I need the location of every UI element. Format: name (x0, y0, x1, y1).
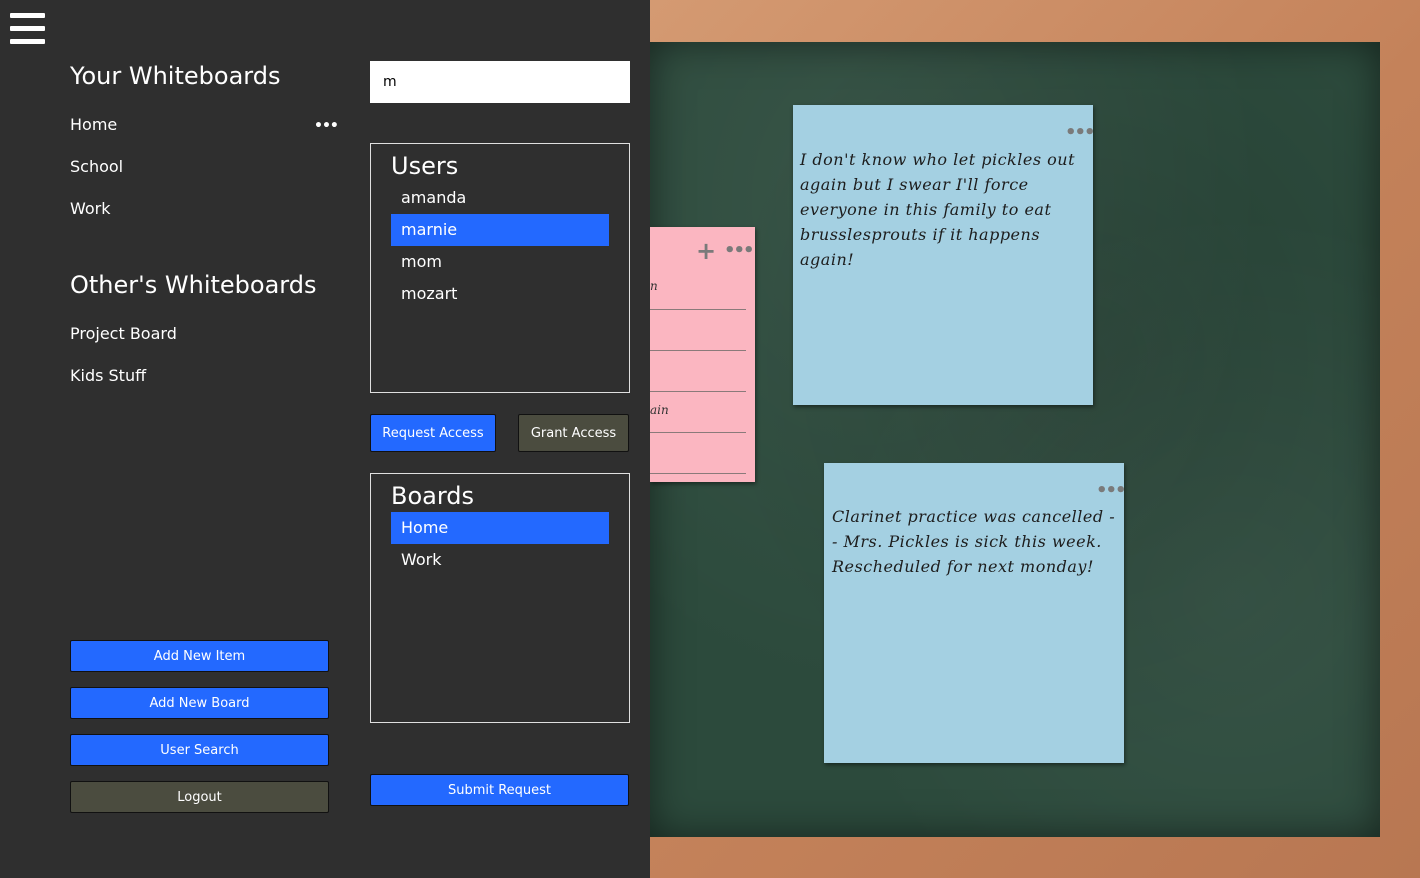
sticky-note-blue[interactable]: ••• I don't know who let pickles out aga… (793, 105, 1095, 405)
board-list-item[interactable]: Work (391, 544, 609, 576)
sidebar: Your Whiteboards Home ••• School Work Ot… (0, 0, 650, 878)
user-search-button[interactable]: User Search (70, 734, 329, 766)
boards-list-panel: Boards Home Work (370, 473, 630, 723)
note-line (650, 391, 746, 392)
boards-list-title: Boards (391, 482, 475, 510)
more-options-icon[interactable]: ••• (1065, 124, 1095, 142)
note-text-fragment: n (650, 279, 658, 293)
user-search-input[interactable] (370, 61, 630, 103)
hamburger-menu-icon[interactable] (10, 13, 46, 45)
sidebar-item-home[interactable]: Home (70, 115, 117, 134)
your-whiteboards-title: Your Whiteboards (70, 62, 281, 90)
board-list-item-selected[interactable]: Home (391, 512, 609, 544)
add-icon[interactable]: + (696, 239, 716, 263)
note-text-fragment: ain (650, 403, 669, 417)
users-list-panel: Users amanda marnie mom mozart (370, 143, 630, 393)
sidebar-item-kids-stuff[interactable]: Kids Stuff (70, 366, 146, 385)
more-options-icon[interactable]: ••• (724, 242, 754, 260)
note-text: I don't know who let pickles out again b… (800, 150, 1075, 269)
user-list-item[interactable]: mozart (391, 278, 609, 310)
logout-button[interactable]: Logout (70, 781, 329, 813)
add-new-item-button[interactable]: Add New Item (70, 640, 329, 672)
note-line (650, 473, 746, 474)
users-list-title: Users (391, 152, 459, 180)
sidebar-item-school[interactable]: School (70, 157, 123, 176)
others-whiteboards-title: Other's Whiteboards (70, 271, 317, 299)
add-new-board-button[interactable]: Add New Board (70, 687, 329, 719)
user-list-item[interactable]: mom (391, 246, 609, 278)
submit-request-button[interactable]: Submit Request (370, 774, 629, 806)
user-list-item-selected[interactable]: marnie (391, 214, 609, 246)
sticky-note-pink[interactable]: + ••• n ain (650, 227, 755, 482)
sidebar-item-work[interactable]: Work (70, 199, 111, 218)
more-options-icon[interactable]: ••• (1096, 482, 1126, 500)
sticky-note-blue[interactable]: ••• Clarinet practice was cancelled -- M… (824, 463, 1126, 763)
note-text: Clarinet practice was cancelled -- Mrs. … (832, 507, 1116, 576)
grant-access-button[interactable]: Grant Access (518, 414, 629, 452)
user-list-item[interactable]: amanda (391, 182, 609, 214)
note-line (650, 309, 746, 310)
note-line (650, 432, 746, 433)
request-access-button[interactable]: Request Access (370, 414, 496, 452)
note-line (650, 350, 746, 351)
more-options-icon[interactable]: ••• (314, 118, 339, 134)
sidebar-item-project-board[interactable]: Project Board (70, 324, 177, 343)
